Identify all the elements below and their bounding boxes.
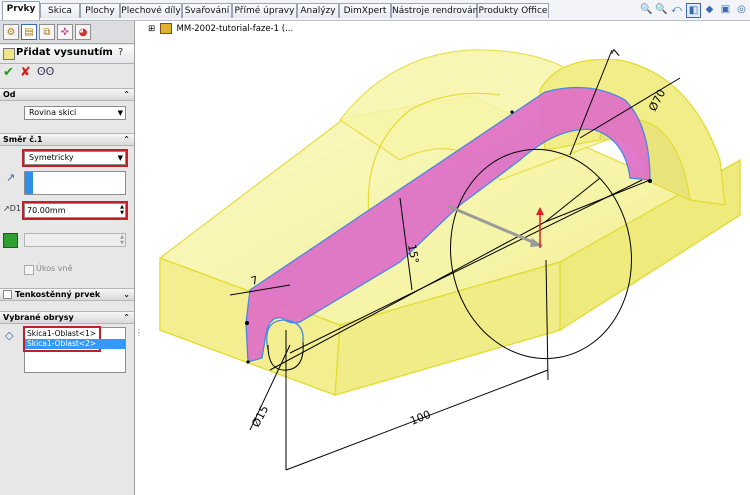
dimension-label[interactable]: 7 bbox=[609, 47, 624, 59]
graphics-viewport[interactable]: 7 Ø70 15° 7 Ø15 100 bbox=[0, 0, 750, 495]
dimension-label[interactable]: Ø15 bbox=[249, 403, 271, 429]
dimension-label[interactable]: 100 bbox=[408, 408, 432, 428]
